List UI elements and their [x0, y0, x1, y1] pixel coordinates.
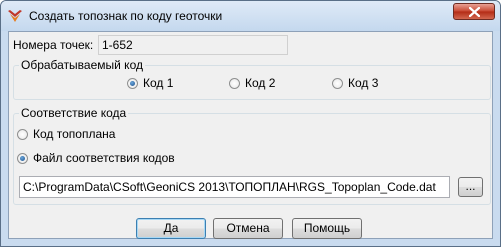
radio-code-2-label: Код 2: [245, 76, 276, 90]
radio-code-2[interactable]: Код 2: [229, 76, 275, 90]
code-mapping-group-title: Соответствие кода: [19, 106, 129, 120]
radio-code-3-label: Код 3: [348, 76, 379, 90]
radio-topoplan-code-label: Код топоплана: [33, 127, 116, 141]
processed-code-group: Обрабатываемый код Код 1 Код 2 Код 3: [13, 58, 491, 100]
processed-code-group-title: Обрабатываемый код: [19, 58, 145, 72]
app-logo-icon: [7, 8, 23, 24]
radio-code-1-label: Код 1: [143, 76, 174, 90]
title-bar[interactable]: Создать топознак по коду геоточки: [1, 1, 500, 31]
radio-mapping-file-label: Файл соответствия кодов: [33, 151, 175, 165]
radio-code-2-indicator: [229, 77, 240, 89]
radio-code-1[interactable]: Код 1: [127, 76, 173, 90]
radio-code-3-indicator: [332, 77, 343, 89]
close-button[interactable]: [453, 3, 495, 20]
radio-topoplan-code-indicator: [17, 128, 28, 140]
close-icon: [469, 7, 480, 17]
ok-button[interactable]: Да: [136, 218, 206, 239]
mapping-file-path-input[interactable]: C:\ProgramData\CSoft\GeoniCS 2013\ТОПОПЛ…: [19, 176, 450, 198]
points-label: Номера точек:: [13, 38, 94, 52]
radio-code-3[interactable]: Код 3: [332, 76, 378, 90]
window-title: Создать топознак по коду геоточки: [29, 9, 223, 23]
radio-code-1-indicator: [127, 77, 138, 89]
dialog-window: Создать топознак по коду геоточки Номера…: [0, 0, 501, 247]
cancel-button[interactable]: Отмена: [213, 218, 283, 239]
radio-mapping-file[interactable]: Файл соответствия кодов: [17, 151, 175, 165]
radio-topoplan-code[interactable]: Код топоплана: [17, 127, 115, 141]
code-mapping-group: Соответствие кода Код топоплана Файл соо…: [13, 106, 491, 205]
radio-mapping-file-indicator: [17, 152, 28, 164]
points-field[interactable]: 1-652: [98, 35, 288, 55]
browse-button[interactable]: ...: [458, 177, 483, 197]
dialog-body: Номера точек: 1-652 Обрабатываемый код К…: [8, 31, 493, 239]
help-button[interactable]: Помощь: [292, 218, 362, 239]
